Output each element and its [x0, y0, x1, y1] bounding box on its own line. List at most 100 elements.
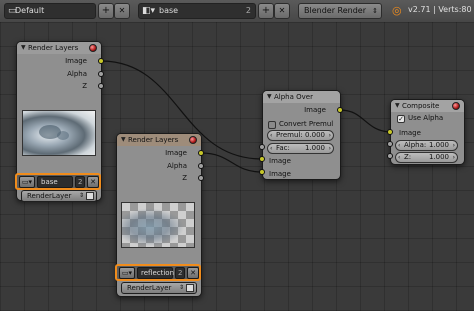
node-header[interactable]: ▼ Render Layers	[117, 134, 201, 146]
scene-icon[interactable]: ▭▾	[19, 176, 35, 188]
preview-toggle-icon[interactable]	[452, 102, 460, 110]
render-layer-field[interactable]: ◧▾ base 2	[138, 3, 256, 19]
render-layer-select[interactable]: RenderLayer ⇕	[121, 282, 197, 294]
alpha-over-node[interactable]: ▼ Alpha Over Image Convert Premul ‹ Prem…	[262, 90, 341, 180]
premul-label: Premul:	[276, 131, 303, 139]
socket-rl2-alpha-out[interactable]	[198, 163, 204, 169]
output-label-alpha: Alpha	[67, 70, 87, 78]
image-icon	[186, 284, 194, 292]
scene-name-field[interactable]: base	[37, 176, 73, 188]
fac-field[interactable]: ‹ Fac: 1.000 ›	[267, 143, 334, 154]
output-label-z: Z	[82, 82, 87, 90]
convert-premul-label: Convert Premul	[279, 120, 334, 128]
socket-alphaover-fac-in[interactable]	[259, 144, 265, 150]
preview-toggle-icon[interactable]	[189, 136, 197, 144]
scene-users-count: 2	[175, 267, 185, 279]
scene-add-button[interactable]: +	[98, 3, 114, 19]
blender-logo-icon: ◎	[392, 4, 402, 17]
fac-value: 1.000	[304, 144, 325, 152]
scene-close-button[interactable]: ✕	[187, 267, 199, 279]
z-field[interactable]: ‹ Z: 1.000 ›	[395, 152, 458, 163]
render-layer-select[interactable]: RenderLayer ⇕	[21, 190, 97, 202]
socket-composite-image-in[interactable]	[387, 129, 393, 135]
render-layers-icon: ◧▾	[142, 6, 156, 16]
output-label-z: Z	[182, 174, 187, 182]
input-label-image-1: Image	[269, 157, 291, 165]
alpha-label: Alpha:	[404, 141, 427, 149]
scene-name-text: Default	[15, 6, 45, 15]
input-label-image: Image	[399, 129, 421, 137]
render-engine-label: Blender Render	[304, 6, 367, 15]
premul-field[interactable]: ‹ Premul: 0.000 ›	[267, 130, 334, 141]
header-bar: ▭ Default + ✕ ◧▾ base 2 + ✕ Blender Rend…	[0, 0, 474, 23]
node-header[interactable]: ▼ Composite	[391, 100, 464, 112]
scene-icon[interactable]: ▭▾	[119, 267, 135, 279]
scene-close-button[interactable]: ✕	[114, 3, 130, 19]
socket-composite-z-in[interactable]	[387, 153, 393, 159]
render-layer-close-button[interactable]: ✕	[274, 3, 290, 19]
z-label: Z:	[404, 153, 412, 161]
collapse-triangle-icon[interactable]: ▼	[21, 42, 26, 54]
output-label-image: Image	[165, 149, 187, 157]
node-header[interactable]: ▼ Alpha Over	[263, 91, 340, 103]
premul-value: 0.000	[304, 131, 325, 139]
scene-selector-rl1[interactable]: ▭▾ base 2 ✕	[15, 173, 101, 190]
scene-field[interactable]: ▭ Default	[4, 3, 96, 19]
preview-toggle-icon[interactable]	[89, 44, 97, 52]
socket-alphaover-image1-in[interactable]	[259, 156, 265, 162]
reflection-render	[122, 203, 194, 247]
node-title: Alpha Over	[274, 93, 313, 101]
input-label-image-2: Image	[269, 170, 291, 178]
dropdown-arrows-icon: ⇕	[372, 7, 378, 15]
alpha-field[interactable]: ‹ Alpha: 1.000 ›	[395, 140, 458, 151]
scene-selector-rl2[interactable]: ▭▾ reflection 2 ✕	[115, 264, 201, 281]
increment-arrow-icon[interactable]: ›	[329, 144, 331, 153]
render-layer-add-button[interactable]: +	[258, 3, 274, 19]
socket-rl1-alpha-out[interactable]	[98, 71, 104, 77]
render-preview-image	[121, 202, 195, 248]
node-title: Render Layers	[128, 136, 179, 144]
scene-close-button[interactable]: ✕	[87, 176, 99, 188]
alpha-value: 1.000	[428, 141, 449, 149]
decrement-arrow-icon[interactable]: ‹	[270, 131, 272, 140]
collapse-triangle-icon[interactable]: ▼	[121, 134, 126, 146]
collapse-triangle-icon[interactable]: ▼	[395, 100, 400, 112]
render-layer-select-label: RenderLayer	[127, 284, 172, 292]
fac-label: Fac:	[276, 144, 290, 152]
preview-subject-shadow	[57, 131, 69, 140]
output-label-image: Image	[304, 106, 326, 114]
socket-rl1-z-out[interactable]	[98, 83, 104, 89]
scene-users-count: 2	[75, 176, 85, 188]
composite-node[interactable]: ▼ Composite ✓ Use Alpha Image ‹ Alpha: 1…	[390, 99, 465, 165]
dropdown-arrows-icon: ⇕	[178, 284, 184, 291]
node-title: Render Layers	[28, 44, 79, 52]
socket-rl1-image-out[interactable]	[98, 58, 104, 64]
socket-composite-alpha-in[interactable]	[387, 141, 393, 147]
socket-rl2-image-out[interactable]	[198, 150, 204, 156]
output-label-alpha: Alpha	[167, 162, 187, 170]
convert-premul-checkbox[interactable]	[268, 121, 276, 129]
decrement-arrow-icon[interactable]: ‹	[270, 144, 272, 153]
image-icon	[86, 192, 94, 200]
increment-arrow-icon[interactable]: ›	[453, 153, 455, 162]
render-preview-image	[22, 110, 96, 156]
increment-arrow-icon[interactable]: ›	[453, 141, 455, 150]
socket-rl2-z-out[interactable]	[198, 175, 204, 181]
socket-alphaover-image2-in[interactable]	[259, 169, 265, 175]
render-layer-users-count: 2	[245, 6, 251, 15]
dropdown-arrows-icon: ⇕	[78, 192, 84, 199]
render-layer-select-label: RenderLayer	[27, 192, 72, 200]
decrement-arrow-icon[interactable]: ‹	[398, 141, 400, 150]
node-header[interactable]: ▼ Render Layers	[17, 42, 101, 54]
collapse-triangle-icon[interactable]: ▼	[267, 91, 272, 103]
version-stats-text: v2.71 | Verts:80	[408, 5, 472, 14]
decrement-arrow-icon[interactable]: ‹	[398, 153, 400, 162]
render-layer-name-text: base	[159, 6, 179, 15]
z-value: 1.000	[428, 153, 449, 161]
socket-alphaover-image-out[interactable]	[337, 107, 343, 113]
increment-arrow-icon[interactable]: ›	[329, 131, 331, 140]
use-alpha-checkbox[interactable]: ✓	[397, 115, 405, 123]
output-label-image: Image	[65, 57, 87, 65]
render-engine-menu[interactable]: Blender Render ⇕	[298, 3, 382, 19]
scene-name-field[interactable]: reflection	[137, 267, 174, 279]
